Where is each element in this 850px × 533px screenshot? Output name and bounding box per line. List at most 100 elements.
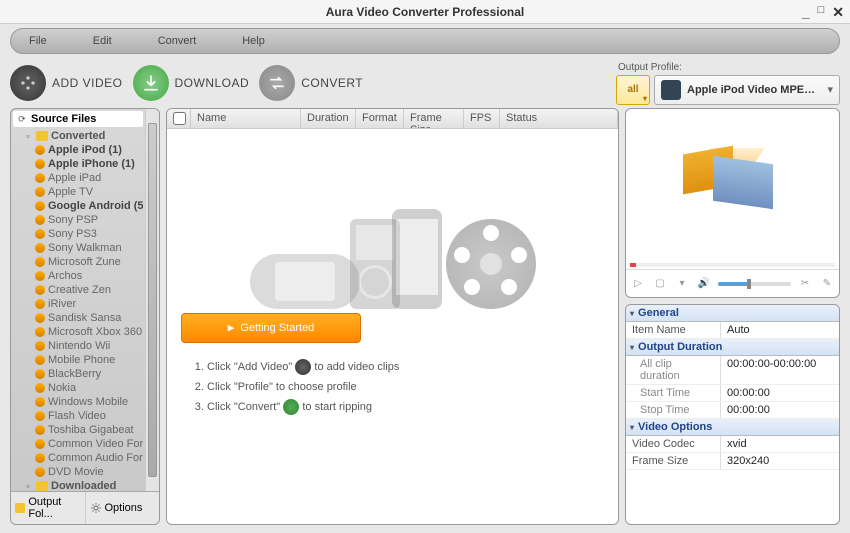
tree-item[interactable]: iRiver — [13, 297, 143, 311]
tree-node-downloaded[interactable]: ▫ Downloaded — [13, 479, 143, 491]
minimize-icon[interactable]: _ — [802, 5, 810, 19]
tree-item[interactable]: Google Android (5) — [13, 199, 143, 213]
app-title: Aura Video Converter Professional — [326, 5, 525, 19]
bullet-icon — [35, 453, 45, 463]
tree-item[interactable]: Sony PSP — [13, 213, 143, 227]
tree-item[interactable]: Apple TV — [13, 185, 143, 199]
tree-item[interactable]: Mobile Phone — [13, 353, 143, 367]
toolbar: Add Video Download Convert Output Profil… — [10, 58, 840, 108]
menu-edit[interactable]: Edit — [85, 35, 120, 47]
col-name[interactable]: Name — [191, 109, 301, 128]
tree-item[interactable]: Microsoft Xbox 360 — [13, 325, 143, 339]
wand-icon[interactable]: ✎ — [819, 276, 835, 292]
ipod-device-icon — [661, 80, 681, 100]
output-profile-label: Output Profile: — [616, 62, 840, 73]
prop-start-time[interactable]: 00:00:00 — [721, 385, 839, 401]
gear-icon — [90, 502, 102, 514]
cut-icon[interactable]: ✂ — [797, 276, 813, 292]
tree-item[interactable]: Common Audio Format — [13, 451, 143, 465]
output-folder-button[interactable]: Output Fol... — [11, 492, 86, 524]
volume-icon[interactable]: 🔊 — [696, 276, 712, 292]
camera-icon[interactable]: ▾ — [674, 276, 690, 292]
prop-item-name[interactable]: Auto — [721, 322, 839, 338]
bullet-icon — [35, 341, 45, 351]
right-panel: ▷ ▢ ▾ 🔊 ✂ ✎ General Item NameAuto Output… — [625, 108, 840, 525]
tree-item[interactable]: Sony PS3 — [13, 227, 143, 241]
bullet-icon — [35, 257, 45, 267]
tree-item[interactable]: Archos — [13, 269, 143, 283]
tree-root-source-files[interactable]: ⟳ Source Files — [13, 111, 143, 127]
bullet-icon — [35, 271, 45, 281]
col-fps[interactable]: FPS — [464, 109, 500, 128]
sidebar-scrollbar[interactable] — [145, 109, 159, 491]
bullet-icon — [35, 187, 45, 197]
maximize-icon[interactable]: □ — [818, 5, 825, 19]
stop-icon[interactable]: ▢ — [652, 276, 668, 292]
volume-slider[interactable] — [718, 282, 791, 286]
convert-arrows-icon — [259, 65, 295, 101]
tree-item[interactable]: Microsoft Zune — [13, 255, 143, 269]
folder-icon — [36, 481, 48, 491]
col-format[interactable]: Format — [356, 109, 404, 128]
add-video-button[interactable]: Add Video — [10, 65, 123, 101]
prop-video-codec[interactable]: xvid — [721, 436, 839, 452]
bullet-icon — [35, 355, 45, 365]
prop-stop-time[interactable]: 00:00:00 — [721, 402, 839, 418]
tree-item[interactable]: Sandisk Sansa — [13, 311, 143, 325]
col-duration[interactable]: Duration — [301, 109, 356, 128]
film-reel-icon — [10, 65, 46, 101]
bullet-icon — [35, 145, 45, 155]
profile-select[interactable]: Apple iPod Video MPEG-4 Movie (*.m... ▾ — [654, 75, 840, 105]
preview-canvas — [626, 109, 839, 261]
tree-item[interactable]: BlackBerry — [13, 367, 143, 381]
tree-item[interactable]: Common Video Format — [13, 437, 143, 451]
tree-item[interactable]: Creative Zen — [13, 283, 143, 297]
bullet-icon — [35, 425, 45, 435]
tree-item[interactable]: Nokia — [13, 381, 143, 395]
folder-icon — [15, 503, 25, 513]
bullet-icon — [35, 285, 45, 295]
prop-frame-size[interactable]: 320x240 — [721, 453, 839, 469]
prop-all-clip: 00:00:00-00:00:00 — [721, 356, 839, 384]
tree-item[interactable]: Flash Video — [13, 409, 143, 423]
section-general[interactable]: General — [626, 305, 839, 322]
profile-all-button[interactable]: all — [616, 75, 650, 105]
close-icon[interactable]: ✕ — [832, 5, 844, 19]
bullet-icon — [35, 159, 45, 169]
tree-item[interactable]: Sony Walkman — [13, 241, 143, 255]
download-arrow-icon — [133, 65, 169, 101]
section-video-options[interactable]: Video Options — [626, 419, 839, 436]
center-panel: Name Duration Format Frame Size FPS Stat… — [166, 108, 619, 525]
titlebar: Aura Video Converter Professional _ □ ✕ — [0, 0, 850, 24]
bullet-icon — [35, 215, 45, 225]
bullet-icon — [35, 467, 45, 477]
menu-convert[interactable]: Convert — [150, 35, 205, 47]
download-button[interactable]: Download — [133, 65, 250, 101]
col-frame-size[interactable]: Frame Size — [404, 109, 464, 128]
options-button[interactable]: Options — [86, 492, 160, 524]
tree-item[interactable]: DVD Movie — [13, 465, 143, 479]
tree-item[interactable]: Apple iPhone (1) — [13, 157, 143, 171]
chevron-down-icon: ▾ — [827, 83, 833, 96]
bullet-icon — [35, 173, 45, 183]
menu-file[interactable]: File — [21, 35, 55, 47]
preview-panel: ▷ ▢ ▾ 🔊 ✂ ✎ — [625, 108, 840, 298]
seek-bar[interactable] — [630, 263, 835, 267]
play-icon[interactable]: ▷ — [630, 276, 646, 292]
tree-item[interactable]: Toshiba Gigabeat — [13, 423, 143, 437]
tree-item[interactable]: Apple iPod (1) — [13, 143, 143, 157]
film-reel-icon — [295, 359, 311, 375]
convert-icon — [283, 399, 299, 415]
tree-item[interactable]: Apple iPad — [13, 171, 143, 185]
menu-help[interactable]: Help — [234, 35, 273, 47]
properties-panel: General Item NameAuto Output Duration Al… — [625, 304, 840, 525]
col-status[interactable]: Status — [500, 109, 618, 128]
tree-item[interactable]: Nintendo Wii — [13, 339, 143, 353]
convert-button[interactable]: Convert — [259, 65, 363, 101]
bullet-icon — [35, 383, 45, 393]
select-all-checkbox[interactable] — [167, 109, 191, 128]
tree-item[interactable]: Windows Mobile — [13, 395, 143, 409]
tree-node-converted[interactable]: ▫ Converted — [13, 129, 143, 143]
getting-started-button[interactable]: Getting Started — [181, 313, 361, 343]
section-output-duration[interactable]: Output Duration — [626, 339, 839, 356]
